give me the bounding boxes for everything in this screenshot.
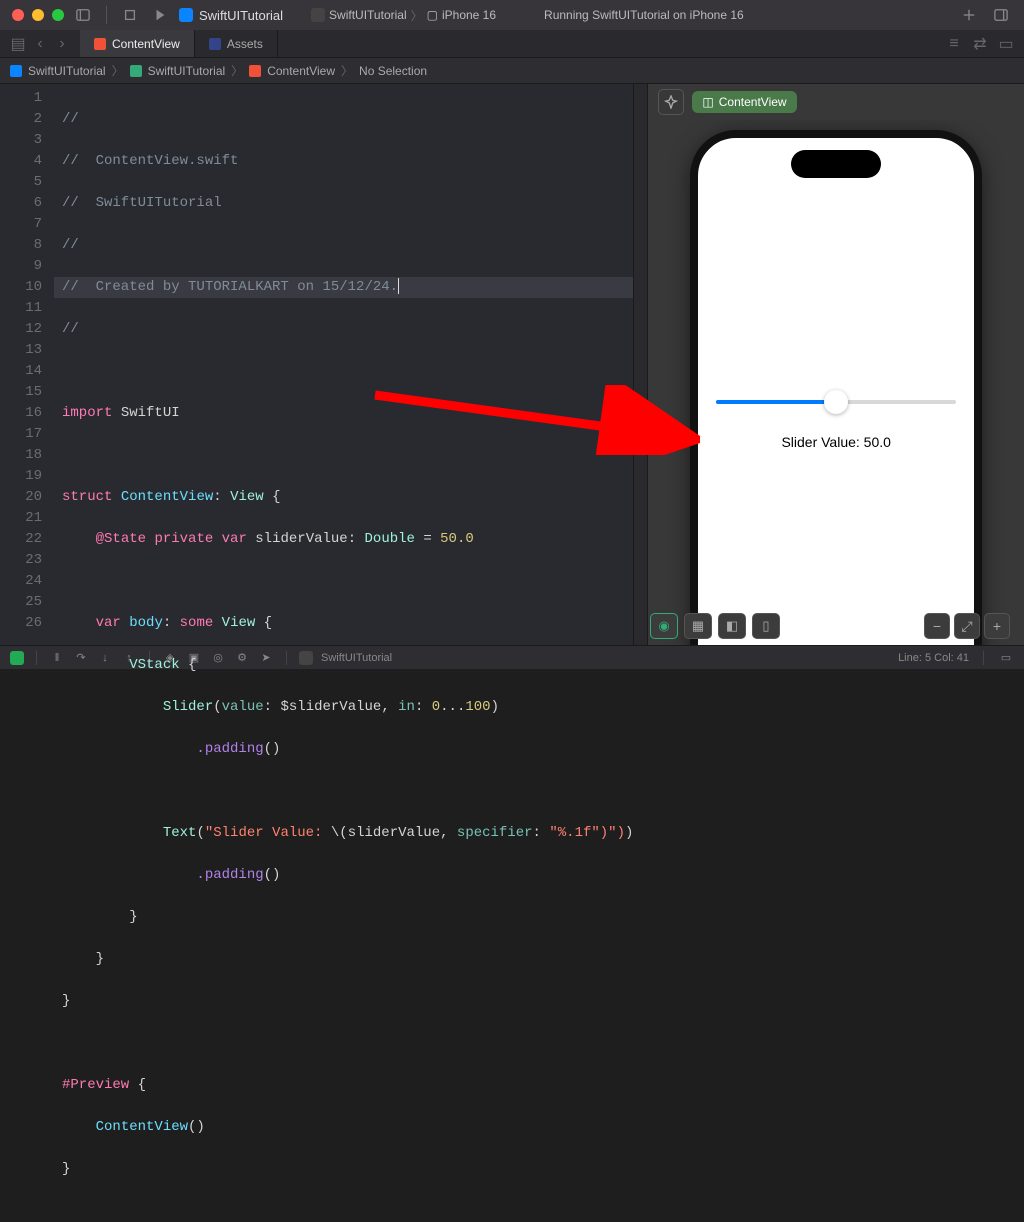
status-indicator xyxy=(10,651,24,665)
line-gutter: 1234567891011121314151617181920212223242… xyxy=(0,84,54,645)
sidebar-toggle-button[interactable] xyxy=(72,4,94,26)
inspector-toggle-button[interactable]: ▭ xyxy=(996,34,1016,54)
slider-thumb[interactable] xyxy=(824,390,848,414)
live-preview-button[interactable]: ◉ xyxy=(650,613,678,639)
folder-icon xyxy=(130,65,142,77)
code-area[interactable]: // // ContentView.swift // SwiftUITutori… xyxy=(54,84,633,645)
variants-button[interactable]: ◧ xyxy=(718,613,746,639)
zoom-window-button[interactable] xyxy=(52,9,64,21)
breadcrumb-item[interactable]: No Selection xyxy=(359,64,427,78)
breadcrumb-item[interactable]: ContentView xyxy=(267,64,335,78)
preview-target-label: ContentView xyxy=(719,95,787,109)
stop-button[interactable] xyxy=(119,4,141,26)
preview-target-pill[interactable]: ◫ ContentView xyxy=(692,91,796,113)
tab-label: Assets xyxy=(227,37,263,51)
library-button[interactable] xyxy=(990,4,1012,26)
related-items-button[interactable]: ▤ xyxy=(8,34,28,54)
project-icon xyxy=(10,65,22,77)
zoom-out-button[interactable]: − xyxy=(924,613,950,639)
asset-catalog-icon xyxy=(209,38,221,50)
window-controls xyxy=(12,9,64,21)
activity-status: Running SwiftUITutorial on iPhone 16 xyxy=(544,8,950,22)
swift-file-icon xyxy=(94,38,106,50)
preview-canvas[interactable]: Slider Value: 50.0 xyxy=(648,120,1024,645)
nav-back-button[interactable]: ‹ xyxy=(30,34,50,54)
slider-value-label: Slider Value: 50.0 xyxy=(781,434,890,450)
titlebar: SwiftUITutorial SwiftUITutorial 〉 ▢ iPho… xyxy=(0,0,1024,30)
shippingbox-icon: ◫ xyxy=(702,95,713,109)
chevron-right-icon: 〉 xyxy=(341,62,353,79)
chevron-right-icon: 〉 xyxy=(231,62,243,79)
selectable-button[interactable]: ▦ xyxy=(684,613,712,639)
project-icon xyxy=(179,8,193,22)
text-cursor xyxy=(398,278,399,294)
device-icon: ▢ xyxy=(427,8,438,22)
cursor-position: Line: 5 Col: 41 xyxy=(898,652,969,664)
device-settings-button[interactable]: ▯ xyxy=(752,613,780,639)
preview-pane: ◫ ContentView Slider Value: 50.0 xyxy=(647,84,1024,645)
zoom-fit-button[interactable]: ⤢ xyxy=(954,613,980,639)
project-name: SwiftUITutorial xyxy=(199,8,283,23)
code-editor[interactable]: 1234567891011121314151617181920212223242… xyxy=(0,84,647,645)
slider[interactable] xyxy=(716,400,956,404)
zoom-controls: − ⤢ + xyxy=(924,613,1010,639)
scheme-device: iPhone 16 xyxy=(442,8,496,22)
editor-tab-bar: ▤ ‹ › ContentView Assets ≡ ⇄ ▭ xyxy=(0,30,1024,58)
scheme-app-icon xyxy=(311,8,325,22)
add-button[interactable] xyxy=(958,4,980,26)
simulated-device: Slider Value: 50.0 xyxy=(690,130,982,645)
scheme-app: SwiftUITutorial xyxy=(329,8,407,22)
run-button[interactable] xyxy=(149,4,171,26)
adjust-editor-button[interactable]: ⇄ xyxy=(970,34,990,54)
preview-controls: ◉ ▦ ◧ ▯ xyxy=(650,613,780,639)
tab-assets[interactable]: Assets xyxy=(195,30,278,57)
pin-preview-button[interactable] xyxy=(658,89,684,115)
scheme-selector[interactable]: SwiftUITutorial 〉 ▢ iPhone 16 xyxy=(311,7,496,24)
editor-options-button[interactable]: ≡ xyxy=(944,34,964,54)
tab-label: ContentView xyxy=(112,37,180,51)
project-selector[interactable]: SwiftUITutorial xyxy=(179,8,283,23)
tab-contentview[interactable]: ContentView xyxy=(80,30,195,57)
breadcrumb-item[interactable]: SwiftUITutorial xyxy=(148,64,226,78)
swift-file-icon xyxy=(249,65,261,77)
slider-fill xyxy=(716,400,836,404)
breadcrumb-item[interactable]: SwiftUITutorial xyxy=(28,64,106,78)
minimap[interactable] xyxy=(633,84,647,645)
minimize-window-button[interactable] xyxy=(32,9,44,21)
close-window-button[interactable] xyxy=(12,9,24,21)
nav-forward-button[interactable]: › xyxy=(52,34,72,54)
zoom-in-button[interactable]: + xyxy=(984,613,1010,639)
console-toggle-icon[interactable]: ▭ xyxy=(998,650,1014,666)
chevron-right-icon: 〉 xyxy=(112,62,124,79)
breadcrumb[interactable]: SwiftUITutorial 〉 SwiftUITutorial 〉 Cont… xyxy=(0,58,1024,84)
chevron-right-icon: 〉 xyxy=(411,7,423,24)
